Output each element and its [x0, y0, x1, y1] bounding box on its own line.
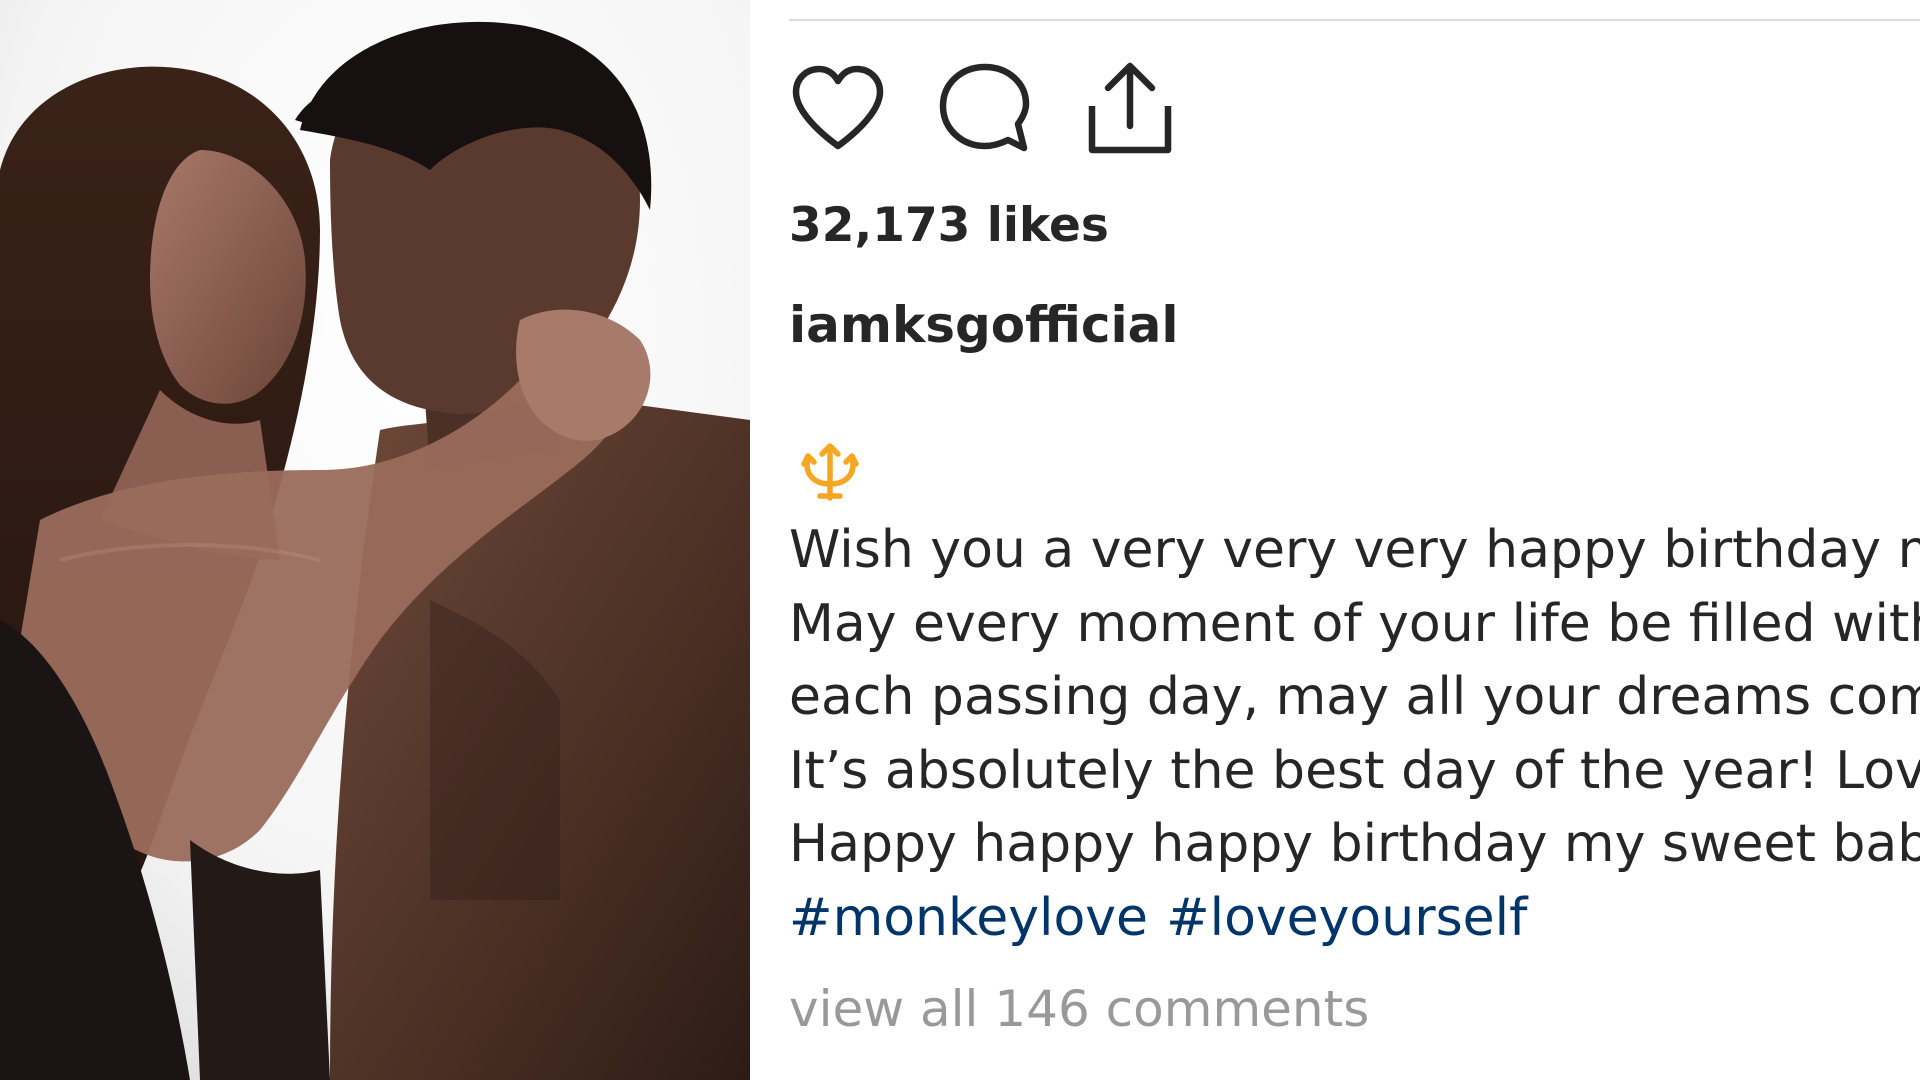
caption-line: Happy happy happy birthday my sweet baby [789, 814, 1920, 874]
view-all-comments-link[interactable]: view all 146 comments [789, 980, 1369, 1038]
likes-count[interactable]: 32,173 likes [789, 198, 1109, 253]
header-divider [789, 19, 1920, 21]
hashtags-line: #monkeylove #loveyourself [789, 882, 1920, 956]
post-photo[interactable] [0, 0, 750, 1080]
couple-photo-illustration [0, 0, 750, 1080]
caption-line: May every moment of your life be filled … [789, 593, 1920, 654]
heart-outline-icon [792, 65, 884, 150]
hashtag-link[interactable]: #monkeylove [789, 888, 1148, 948]
post-caption: Wish you a very very very happy birthday… [789, 514, 1920, 955]
hashtag-link[interactable]: #loveyourself [1166, 888, 1527, 948]
comment-button[interactable] [934, 60, 1034, 156]
post-details-panel: 32,173 likes iamksgofficial Wish you a v… [750, 0, 1920, 1080]
caption-line: each passing day, may all your dreams co… [789, 667, 1920, 727]
share-button[interactable] [1080, 60, 1180, 156]
post-author-username[interactable]: iamksgofficial [789, 296, 1179, 354]
share-upload-icon [1088, 62, 1172, 154]
like-button[interactable] [788, 60, 888, 156]
trident-emoji-icon [801, 443, 859, 501]
speech-bubble-icon [939, 63, 1030, 152]
caption-line: It’s absolutely the best day of the year… [789, 740, 1920, 801]
caption-line: Wish you a very very very happy birthday… [789, 520, 1920, 580]
action-bar [788, 60, 1180, 156]
